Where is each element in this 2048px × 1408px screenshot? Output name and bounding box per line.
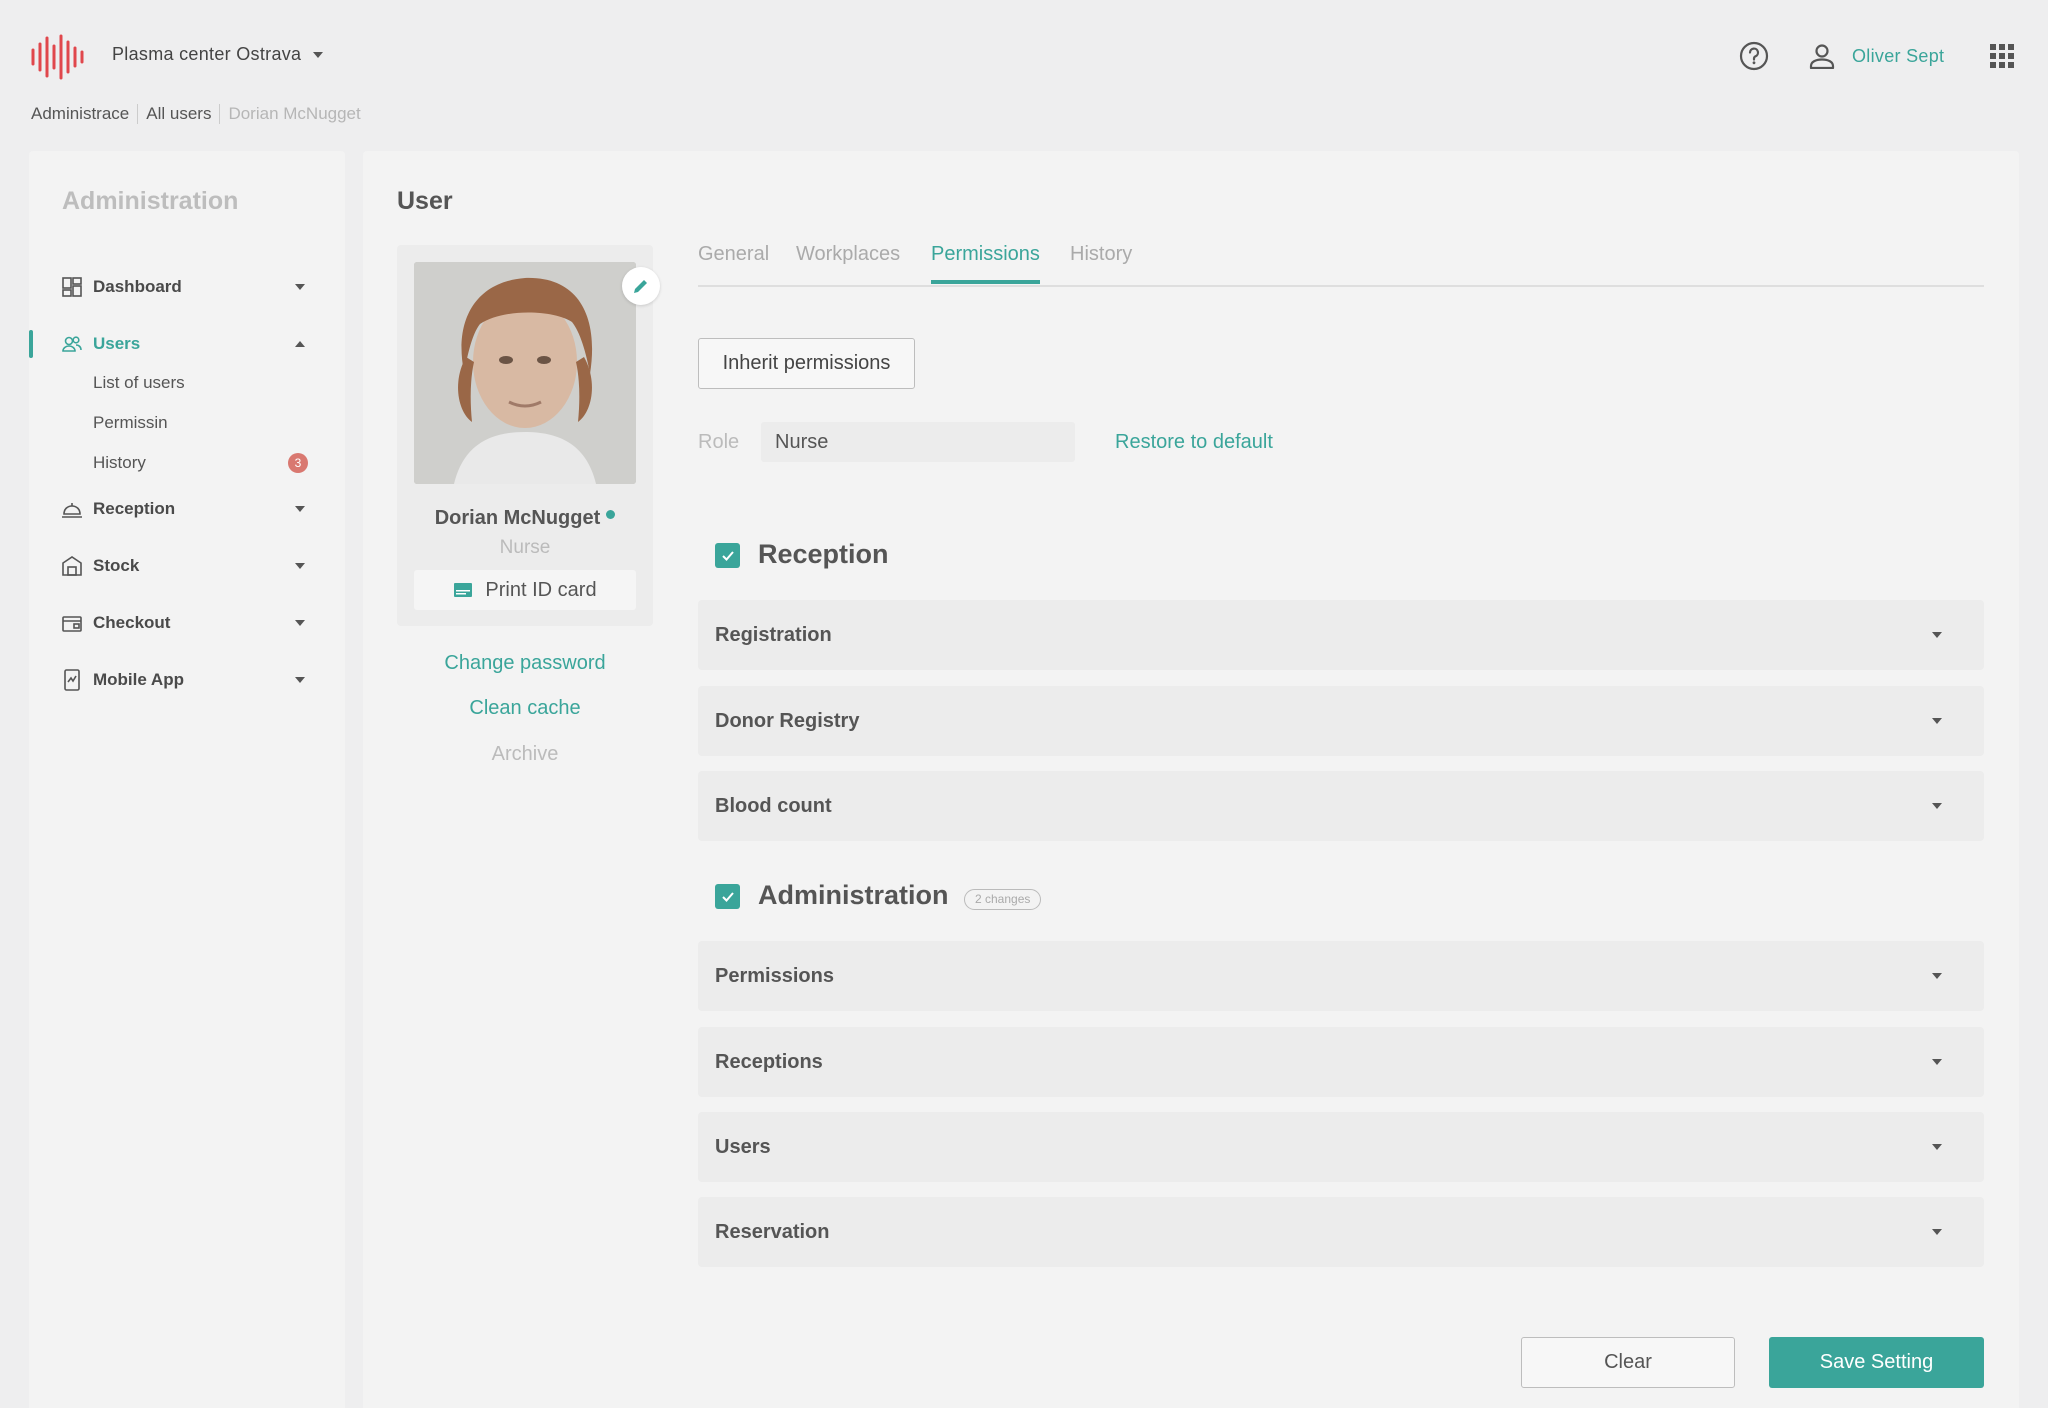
user-icon[interactable]	[1809, 43, 1835, 69]
tab-bar: General Workplaces Permissions History	[698, 243, 1984, 287]
accordion-receptions[interactable]: Receptions	[698, 1027, 1984, 1097]
change-password-link[interactable]: Change password	[397, 652, 653, 675]
chevron-down-icon	[1932, 718, 1942, 724]
accordion-label: Receptions	[715, 1051, 823, 1073]
administration-checkbox[interactable]	[715, 884, 740, 909]
print-id-card-button[interactable]: Print ID card	[414, 570, 636, 610]
chevron-down-icon	[295, 677, 305, 683]
sidebar-item-reception[interactable]: Reception	[29, 489, 345, 529]
sidebar-title: Administration	[62, 187, 239, 215]
sidebar-subitem-permissin[interactable]: Permissin	[93, 413, 168, 433]
id-card-icon	[454, 583, 473, 597]
online-status-dot	[606, 510, 616, 519]
tab-general[interactable]: General	[698, 243, 769, 280]
user-name-link[interactable]: Oliver Sept	[1852, 46, 1944, 67]
page-title: User	[397, 187, 453, 215]
chevron-down-icon	[1932, 973, 1942, 979]
chevron-down-icon	[1932, 1229, 1942, 1235]
tab-workplaces[interactable]: Workplaces	[796, 243, 900, 280]
accordion-label: Blood count	[715, 795, 832, 817]
accordion-label: Registration	[715, 624, 832, 646]
sidebar-item-label: Mobile App	[93, 670, 184, 689]
check-icon	[721, 550, 734, 561]
wallet-icon	[62, 616, 82, 632]
chevron-down-icon	[295, 506, 305, 512]
sidebar-item-label: Checkout	[93, 613, 171, 632]
avatar	[414, 262, 636, 484]
archive-link[interactable]: Archive	[397, 743, 653, 766]
accordion-donor-registry[interactable]: Donor Registry	[698, 686, 1984, 756]
clean-cache-link[interactable]: Clean cache	[397, 697, 653, 720]
sidebar-item-label: Stock	[93, 556, 140, 575]
role-label: Role	[698, 431, 740, 453]
main-panel: User Dorian McNugget Nurse Print ID card…	[363, 151, 2019, 1408]
reception-checkbox[interactable]	[715, 543, 740, 568]
org-name: Plasma center Ostrava	[112, 44, 302, 64]
changes-badge: 2 changes	[964, 889, 1042, 910]
print-id-card-label: Print ID card	[485, 578, 597, 601]
sidebar: Administration Dashboard Users List of u…	[29, 151, 345, 1408]
accordion-label: Donor Registry	[715, 710, 860, 732]
chevron-down-icon	[1932, 803, 1942, 809]
sidebar-item-label: Reception	[93, 499, 176, 518]
edit-photo-button[interactable]	[622, 267, 660, 305]
restore-to-default-link[interactable]: Restore to default	[1115, 431, 1273, 454]
chevron-down-icon	[1932, 632, 1942, 638]
sidebar-item-dashboard[interactable]: Dashboard	[29, 267, 345, 307]
sidebar-item-label: Dashboard	[93, 277, 182, 296]
chevron-down-icon	[1932, 1059, 1942, 1065]
profile-name-text: Dorian McNugget	[434, 507, 601, 529]
breadcrumb-item[interactable]: Administrace	[31, 104, 137, 124]
accordion-users[interactable]: Users	[698, 1112, 1984, 1182]
breadcrumb-current: Dorian McNugget	[219, 104, 368, 124]
sidebar-item-checkout[interactable]: Checkout	[29, 603, 345, 643]
chevron-up-icon	[295, 341, 305, 347]
pencil-icon	[634, 280, 647, 293]
profile-name: Dorian McNugget	[397, 507, 653, 530]
accordion-label: Permissions	[715, 965, 834, 987]
chevron-down-icon	[1932, 1144, 1942, 1150]
breadcrumb-item[interactable]: All users	[137, 104, 219, 124]
users-icon	[62, 336, 82, 352]
sidebar-item-stock[interactable]: Stock	[29, 546, 345, 586]
help-icon[interactable]	[1739, 41, 1769, 71]
breadcrumb: Administrace All users Dorian McNugget	[31, 104, 369, 124]
tab-permissions[interactable]: Permissions	[931, 243, 1040, 284]
warehouse-icon	[62, 556, 82, 576]
logo	[31, 34, 84, 80]
sidebar-subitem-history[interactable]: History	[93, 453, 146, 473]
chevron-down-icon	[295, 284, 305, 290]
clear-button[interactable]: Clear	[1521, 1337, 1735, 1388]
tab-history[interactable]: History	[1070, 243, 1132, 280]
chevron-down-icon	[295, 563, 305, 569]
accordion-label: Users	[715, 1136, 771, 1158]
chevron-down-icon	[313, 51, 324, 58]
dashboard-icon	[62, 277, 82, 297]
accordion-permissions[interactable]: Permissions	[698, 941, 1984, 1011]
org-selector[interactable]: Plasma center Ostrava	[112, 44, 324, 65]
section-title-reception: Reception	[758, 539, 889, 569]
accordion-blood-count[interactable]: Blood count	[698, 771, 1984, 841]
profile-role: Nurse	[499, 537, 551, 558]
sidebar-item-users[interactable]: Users	[29, 324, 345, 364]
accordion-reservation[interactable]: Reservation	[698, 1197, 1984, 1267]
sidebar-item-mobile-app[interactable]: Mobile App	[29, 660, 345, 700]
section-title-administration: Administration	[758, 880, 949, 910]
mobile-app-icon	[64, 669, 80, 691]
role-field[interactable]: Nurse	[761, 422, 1075, 462]
accordion-label: Reservation	[715, 1221, 830, 1243]
history-count-badge: 3	[288, 453, 308, 473]
apps-grid-icon[interactable]	[1990, 44, 2014, 68]
accordion-registration[interactable]: Registration	[698, 600, 1984, 670]
profile-card: Dorian McNugget Nurse Print ID card	[397, 245, 660, 626]
check-icon	[721, 891, 734, 902]
sidebar-item-label: Users	[93, 334, 141, 353]
reception-bell-icon	[62, 503, 82, 518]
save-setting-button[interactable]: Save Setting	[1769, 1337, 1984, 1388]
sidebar-subitem-list-of-users[interactable]: List of users	[93, 373, 185, 393]
inherit-permissions-button[interactable]: Inherit permissions	[698, 338, 915, 389]
chevron-down-icon	[295, 620, 305, 626]
